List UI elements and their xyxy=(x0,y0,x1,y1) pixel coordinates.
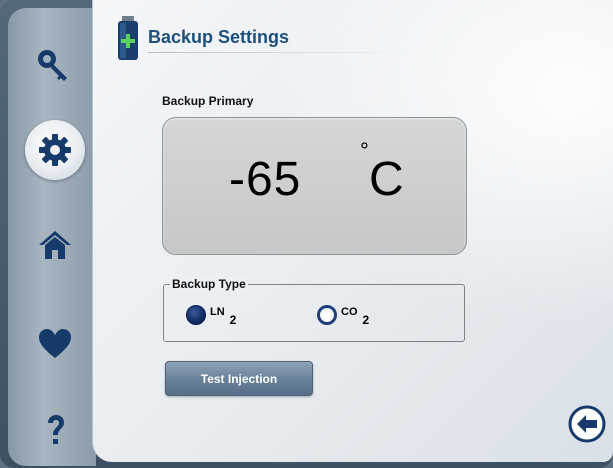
backup-primary-label: Backup Primary xyxy=(162,94,254,108)
radio-co2-subscript: 2 xyxy=(362,313,370,327)
nav-help[interactable] xyxy=(30,405,80,455)
back-arrow-icon[interactable] xyxy=(568,405,606,443)
nav-settings-gear[interactable] xyxy=(25,120,85,180)
backup-type-group: Backup Type LN 2 CO 2 xyxy=(163,277,465,342)
radio-ln2[interactable]: LN 2 xyxy=(186,304,237,327)
radio-co2[interactable]: CO 2 xyxy=(317,304,370,327)
heart-icon xyxy=(39,329,71,358)
backup-type-legend: Backup Type xyxy=(170,277,248,291)
key-icon xyxy=(38,50,67,81)
home-icon xyxy=(39,231,71,259)
help-icon xyxy=(48,415,64,444)
test-injection-button[interactable]: Test Injection xyxy=(165,361,313,396)
nav-favorites[interactable] xyxy=(30,319,80,369)
title-divider xyxy=(148,52,413,53)
battery-plus-icon xyxy=(118,16,138,60)
nav-settings-key[interactable] xyxy=(30,41,80,91)
main-content: Backup Settings Backup Primary -65 ° C B… xyxy=(92,0,613,462)
page-title: Backup Settings xyxy=(148,27,290,47)
nav-home[interactable] xyxy=(30,220,80,270)
radio-ln2-label: LN xyxy=(210,306,225,318)
degree-symbol: ° xyxy=(360,138,369,163)
gear-icon xyxy=(39,134,71,166)
sidebar xyxy=(8,8,96,466)
temperature-value: -65 xyxy=(229,153,302,206)
temperature-unit: C xyxy=(369,153,404,206)
radio-co2-indicator[interactable] xyxy=(317,305,337,325)
window-frame: Backup Settings Backup Primary -65 ° C B… xyxy=(0,0,613,468)
radio-ln2-subscript: 2 xyxy=(229,313,237,327)
radio-ln2-indicator[interactable] xyxy=(186,305,206,325)
temperature-display[interactable]: -65 ° C xyxy=(162,117,467,255)
radio-co2-label: CO xyxy=(341,306,358,318)
